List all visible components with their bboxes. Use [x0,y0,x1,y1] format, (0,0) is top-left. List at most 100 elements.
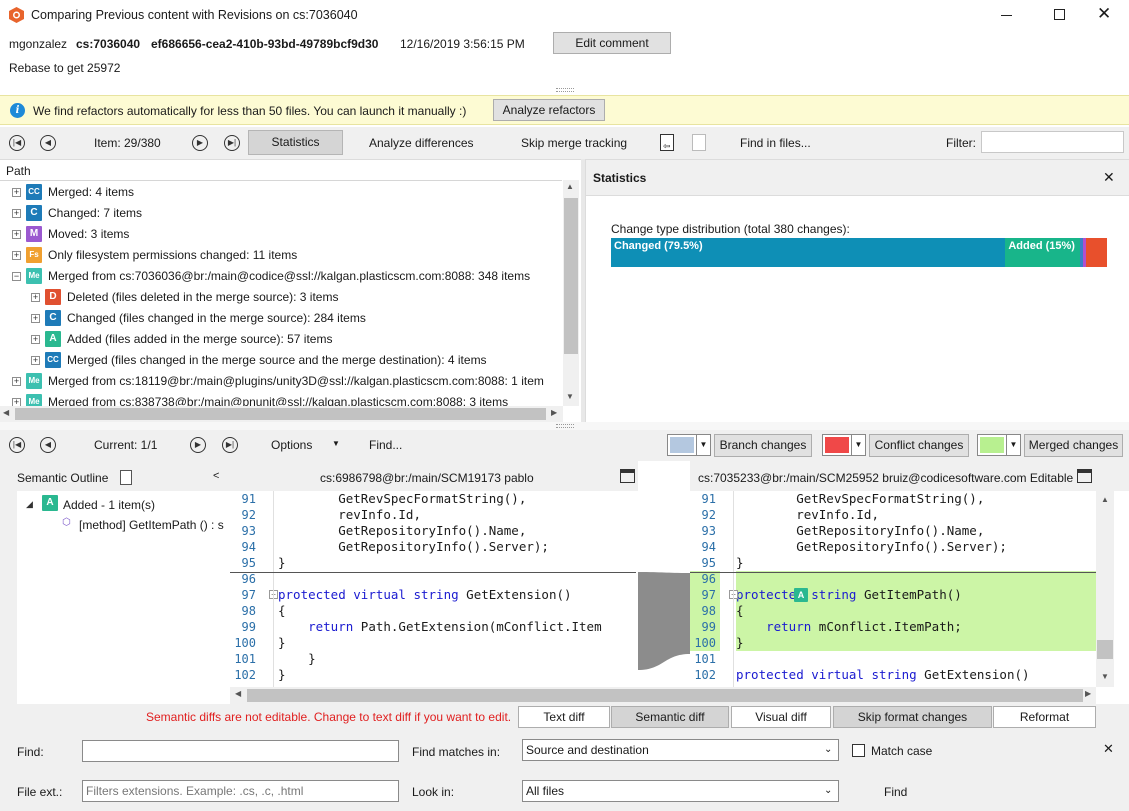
semantic-diff-button[interactable]: Semantic diff [611,706,729,728]
tree-vscrollbar[interactable]: ▲ ▼ [563,180,579,406]
filter-input[interactable] [981,131,1124,153]
options-button[interactable]: Options [271,438,312,452]
expand-icon[interactable]: + [12,376,21,386]
expand-icon[interactable]: + [12,397,21,406]
expand-icon[interactable]: + [12,187,21,197]
branch-changes-button[interactable]: Branch changes [714,434,812,457]
analyze-refactors-button[interactable]: Analyze refactors [493,99,605,121]
merged-changes-button[interactable]: Merged changes [1024,434,1123,457]
tree-row[interactable]: + D Deleted (files deleted in the merge so… [31,287,338,307]
code-line: GetRepositoryInfo().Name, [736,523,985,538]
change-type-icon: C [26,205,42,221]
change-type-icon: D [45,289,61,305]
tree-row[interactable]: + Fs Only filesystem permissions changed: … [12,245,297,265]
expand-icon[interactable]: + [31,334,40,344]
open-file-icon[interactable]: ⇦ [660,134,674,151]
expand-icon[interactable]: + [12,208,21,218]
tree-row[interactable]: + Me Merged from cs:838738@br:/main@pnunit… [12,392,508,406]
expand-icon[interactable]: + [31,292,40,302]
outline-added-label[interactable]: Added - 1 item(s) [63,498,155,512]
code-vscroll-thumb[interactable] [1097,640,1113,659]
analyze-differences-button[interactable]: Analyze differences [369,136,474,150]
visual-diff-button[interactable]: Visual diff [731,706,831,728]
close-find-icon[interactable]: ✕ [1103,741,1114,757]
prev-item-icon[interactable]: ◀ [40,135,56,151]
minimize-icon[interactable] [1001,15,1012,16]
find-input[interactable] [82,740,399,762]
collapse-outline-icon[interactable]: < [213,470,219,482]
change-type-icon: Fs [26,247,42,263]
close-icon[interactable]: ✕ [1097,4,1111,24]
look-in-select[interactable]: All files ⌄ [522,780,839,802]
tree-row[interactable]: + C Changed: 7 items [12,203,142,223]
right-maximize-icon[interactable] [1077,469,1092,483]
prev-diff-icon[interactable]: ◀ [40,437,56,453]
tree-row-label: Merged: 4 items [48,185,135,199]
skip-format-changes-button[interactable]: Skip format changes [833,706,992,728]
skip-merge-tracking-button[interactable]: Skip merge tracking [521,136,627,150]
expand-icon[interactable]: + [31,355,40,365]
line-number: 95 [701,556,716,570]
collapse-icon[interactable]: − [12,271,21,281]
outline-method-label[interactable]: [method] GetItemPath () : s [79,518,229,532]
match-case-checkbox[interactable] [852,744,865,757]
reformat-button[interactable]: Reformat [993,706,1096,728]
match-case-label: Match case [871,744,933,758]
branch-color-swatch[interactable]: ▼ [667,434,711,456]
clipboard-icon[interactable] [120,470,132,485]
left-code-area[interactable]: 91 GetRevSpecFormatString(), 92 revInfo.I… [230,491,638,687]
line-number: 100 [234,636,256,650]
file-ext-input[interactable]: Filters extensions. Example: .cs, .c, .h… [82,780,399,802]
right-pane-header: cs:7035233@br:/main/SCM25952 bruiz@codic… [690,461,1129,491]
method-separator [230,572,636,573]
find-button[interactable]: Find... [369,438,402,452]
tree-row[interactable]: + M Moved: 3 items [12,224,129,244]
conflict-changes-button[interactable]: Conflict changes [869,434,969,457]
code-line: } [736,555,744,570]
line-number: 98 [701,604,716,618]
item-counter: Item: 29/380 [94,136,161,150]
maximize-icon[interactable] [1054,9,1065,20]
last-diff-icon[interactable]: ▶| [222,437,238,453]
next-item-icon[interactable]: ▶ [192,135,208,151]
change-type-icon: Me [26,394,42,406]
code-vscrollbar[interactable]: ▲ ▼ [1096,491,1114,687]
left-maximize-icon[interactable] [620,469,635,483]
outline-expand-icon[interactable]: ◢ [26,499,33,510]
first-diff-icon[interactable]: |◀ [9,437,25,453]
options-dropdown-icon[interactable]: ▼ [332,439,340,448]
statistics-button[interactable]: Statistics [248,130,343,155]
expand-icon[interactable]: + [12,229,21,239]
text-diff-button[interactable]: Text diff [518,706,610,728]
code-hscroll-thumb[interactable] [247,689,1083,702]
statistics-close-icon[interactable]: ✕ [1103,169,1115,186]
tree-hscroll-thumb[interactable] [15,408,546,420]
tree-row[interactable]: + CC Merged: 4 items [12,182,134,202]
edit-comment-button[interactable]: Edit comment [553,32,671,54]
last-item-icon[interactable]: ▶| [224,135,240,151]
code-hscrollbar[interactable]: ◀ ▶ [230,687,1096,704]
expand-icon[interactable]: + [12,250,21,260]
right-code-area[interactable]: 91 GetRevSpecFormatString(), 92 revInfo.I… [690,491,1096,687]
tree-row[interactable]: + C Changed (files changed in the merge so… [31,308,366,328]
tree-hscrollbar[interactable]: ◀ ▶ [0,406,563,422]
conflict-color-swatch[interactable]: ▼ [822,434,866,456]
find-in-files-button[interactable]: Find in files... [740,136,811,150]
horizontal-splitter[interactable] [0,422,1129,430]
merged-color-swatch[interactable]: ▼ [977,434,1021,456]
file-ext-label: File ext.: [17,785,63,799]
tree-row[interactable]: + A Added (files added in the merge source… [31,329,332,349]
first-item-icon[interactable]: |◀ [9,135,25,151]
find-matches-select[interactable]: Source and destination ⌄ [522,739,839,761]
next-diff-icon[interactable]: ▶ [190,437,206,453]
splitter-grip[interactable] [556,88,574,92]
tree-row[interactable]: − Me Merged from cs:7036036@br:/main@codic… [12,266,530,286]
added-label: Added (15%) [1008,240,1075,252]
tree-row[interactable]: + CC Merged (files changed in the merge so… [31,350,487,370]
save-file-icon[interactable] [692,134,706,151]
tree-row[interactable]: + Me Merged from cs:18119@br:/main@plugins… [12,371,544,391]
tree-vscroll-thumb[interactable] [564,198,578,354]
fold-line [733,491,734,687]
find-submit-button[interactable]: Find [884,785,907,799]
expand-icon[interactable]: + [31,313,40,323]
